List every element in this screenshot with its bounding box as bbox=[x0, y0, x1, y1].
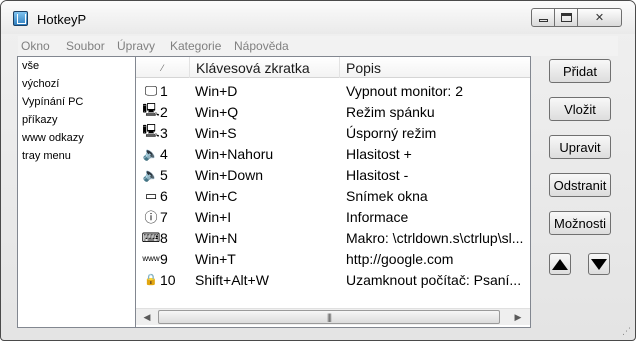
category-item[interactable]: příkazy bbox=[22, 114, 57, 126]
keyboard-icon: ⌨ bbox=[142, 229, 160, 245]
table-row[interactable]: 🔈 4 Win+Nahoru Hlasitost + bbox=[136, 143, 530, 164]
row-number: 2 bbox=[160, 103, 168, 120]
row-hotkey: Win+Down bbox=[195, 166, 264, 183]
table-row[interactable]: www 9 Win+T http://google.com bbox=[136, 248, 530, 269]
row-description: Makro: \ctrldown.s\ctrlup\sl... bbox=[346, 229, 524, 246]
edit-button[interactable]: Upravit bbox=[549, 135, 611, 159]
row-number: 10 bbox=[160, 271, 176, 288]
row-number: 7 bbox=[160, 208, 168, 225]
row-hotkey: Win+T bbox=[195, 250, 236, 267]
desc-column-header[interactable]: Popis bbox=[340, 57, 530, 78]
arrow-up-icon bbox=[552, 258, 568, 270]
row-number: 1 bbox=[160, 82, 168, 99]
insert-button[interactable]: Vložit bbox=[549, 97, 611, 121]
add-button[interactable]: Přidat bbox=[549, 59, 611, 83]
row-hotkey: Win+C bbox=[195, 187, 238, 204]
menu-kategorie[interactable]: Kategorie bbox=[170, 39, 221, 53]
row-description: Uzamknout počítač: Psaní... bbox=[346, 271, 522, 288]
menu-bar: Okno Soubor Úpravy Kategorie Nápověda bbox=[18, 36, 618, 56]
row-description: Hlasitost + bbox=[346, 145, 412, 162]
row-number: 3 bbox=[160, 124, 168, 141]
row-number: 8 bbox=[160, 229, 168, 246]
scroll-right-icon[interactable]: ▶ bbox=[510, 310, 526, 325]
remove-button[interactable]: Odstranit bbox=[549, 173, 611, 197]
row-description: Snímek okna bbox=[346, 187, 428, 204]
main-window: HotkeyP ✕ Okno Soubor Úpravy Kategorie N… bbox=[0, 0, 636, 341]
app-icon bbox=[13, 11, 28, 26]
maximize-button[interactable] bbox=[554, 8, 578, 27]
close-icon: ✕ bbox=[594, 12, 605, 24]
minimize-button[interactable] bbox=[531, 8, 555, 27]
window-title: HotkeyP bbox=[37, 12, 87, 27]
category-item[interactable]: tray menu bbox=[22, 150, 71, 162]
row-description: Hlasitost - bbox=[346, 166, 409, 183]
table-row[interactable]: ⓘ 7 Win+I Informace bbox=[136, 206, 530, 227]
computer-icon: 🖳 bbox=[142, 101, 160, 117]
row-description: http://google.com bbox=[346, 250, 454, 267]
title-bar[interactable]: HotkeyP ✕ bbox=[1, 1, 635, 34]
row-hotkey: Win+S bbox=[195, 124, 237, 141]
monitor-icon: 🖵 bbox=[144, 82, 158, 98]
info-icon: ⓘ bbox=[144, 210, 158, 225]
row-description: Informace bbox=[346, 208, 409, 225]
scroll-left-icon[interactable]: ◀ bbox=[139, 310, 155, 325]
menu-napoveda[interactable]: Nápověda bbox=[234, 39, 289, 53]
table-row[interactable]: 🔒 10 Shift+Alt+W Uzamknout počítač: Psan… bbox=[136, 269, 530, 290]
menu-okno[interactable]: Okno bbox=[21, 39, 50, 53]
menu-soubor[interactable]: Soubor bbox=[66, 39, 105, 53]
maximize-icon bbox=[560, 13, 572, 22]
row-number: 9 bbox=[160, 250, 168, 267]
key-column-header[interactable]: Klávesová zkratka bbox=[190, 57, 340, 78]
list-header: ⁄ Klávesová zkratka Popis bbox=[136, 57, 530, 78]
table-row[interactable]: 🖳 2 Win+Q Režim spánku bbox=[136, 101, 530, 122]
category-item[interactable]: www odkazy bbox=[22, 132, 84, 144]
www-icon: www bbox=[142, 254, 160, 263]
table-row[interactable]: ⌨ 8 Win+N Makro: \ctrldown.s\ctrlup\sl..… bbox=[136, 227, 530, 248]
table-row[interactable]: 🔈 5 Win+Down Hlasitost - bbox=[136, 164, 530, 185]
options-button[interactable]: Možnosti bbox=[549, 211, 611, 235]
row-hotkey: Win+Nahoru bbox=[195, 145, 274, 162]
row-description: Režim spánku bbox=[346, 103, 435, 120]
hotkey-list[interactable]: ⁄ Klávesová zkratka Popis 🖵 1 Win+D Vypn… bbox=[136, 56, 531, 328]
row-number: 6 bbox=[160, 187, 168, 204]
table-row[interactable]: ▭ 6 Win+C Snímek okna bbox=[136, 185, 530, 206]
move-up-button[interactable] bbox=[549, 253, 571, 275]
category-list[interactable]: vše výchozí Vypínání PC příkazy www odka… bbox=[17, 56, 136, 328]
computer-icon: 🖳 bbox=[142, 122, 160, 138]
horizontal-scrollbar[interactable]: ◀ ||| ▶ bbox=[136, 308, 530, 325]
row-number: 5 bbox=[160, 166, 168, 183]
table-row[interactable]: 🖵 1 Win+D Vypnout monitor: 2 bbox=[136, 80, 530, 101]
sort-column-header[interactable]: ⁄ bbox=[136, 57, 190, 78]
menu-upravy[interactable]: Úpravy bbox=[117, 39, 155, 53]
category-item[interactable]: výchozí bbox=[22, 78, 59, 90]
row-hotkey: Win+N bbox=[195, 229, 238, 246]
grip-icon: ||| bbox=[326, 312, 332, 322]
row-description: Úsporný režim bbox=[346, 124, 437, 141]
row-hotkey: Win+I bbox=[195, 208, 232, 225]
row-hotkey: Win+Q bbox=[195, 103, 239, 120]
close-button[interactable]: ✕ bbox=[577, 8, 622, 27]
window-icon: ▭ bbox=[144, 187, 158, 203]
scrollbar-thumb[interactable]: ||| bbox=[158, 310, 500, 324]
arrow-down-icon bbox=[591, 258, 607, 270]
row-hotkey: Win+D bbox=[195, 82, 238, 99]
row-number: 4 bbox=[160, 145, 168, 162]
minimize-icon bbox=[538, 19, 548, 22]
volume-down-icon: 🔈 bbox=[142, 166, 160, 182]
category-item[interactable]: vše bbox=[22, 60, 39, 72]
resize-grip-icon[interactable]: ⋰ bbox=[622, 326, 631, 337]
row-description: Vypnout monitor: 2 bbox=[346, 82, 463, 99]
category-item[interactable]: Vypínání PC bbox=[22, 96, 83, 108]
volume-up-icon: 🔈 bbox=[142, 145, 160, 161]
row-hotkey: Shift+Alt+W bbox=[195, 271, 269, 288]
table-row[interactable]: 🖳 3 Win+S Úsporný režim bbox=[136, 122, 530, 143]
move-down-button[interactable] bbox=[588, 253, 610, 275]
lock-icon: 🔒 bbox=[144, 274, 158, 286]
